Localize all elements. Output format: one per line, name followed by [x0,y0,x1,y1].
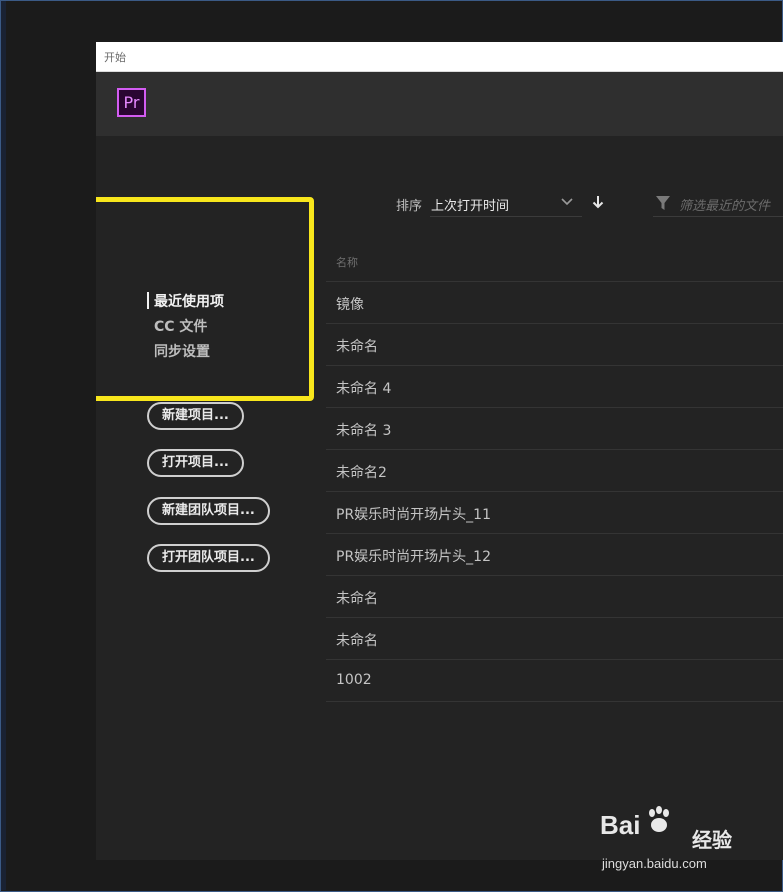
table-row[interactable]: 未命名 [326,575,783,617]
sort-select[interactable]: 上次打开时间 [430,190,582,217]
app-header: Pr [96,72,783,136]
row-name: 镜像 [336,297,364,313]
table-row[interactable]: 未命名2 [326,449,783,491]
watermark-url: jingyan.baidu.com [602,856,707,871]
filter-icon [656,196,670,210]
open-team-project-button[interactable]: 打开团队项目... [147,544,270,572]
row-name: PR娱乐时尚开场片头_12 [336,549,491,565]
row-name: PR娱乐时尚开场片头_11 [336,507,491,523]
row-name: 未命名 [336,591,378,607]
row-name: 未命名 [336,633,378,649]
sort-label: 排序 [396,199,423,214]
table-row[interactable]: 未命名 [326,323,783,365]
desktop-edge [1,1,6,890]
table-row[interactable]: PR娱乐时尚开场片头_11 [326,491,783,533]
start-main: 最近使用项 CC 文件 同步设置 新建项目... 打开项目... 新建团队项目.… [96,136,783,860]
new-project-button[interactable]: 新建项目... [147,402,244,430]
column-header-name[interactable]: 名称 [336,254,358,270]
row-name: 1002 [336,672,372,688]
table-row[interactable]: PR娱乐时尚开场片头_12 [326,533,783,575]
watermark-brand: Bai [600,810,641,840]
table-row[interactable]: 未命名 3 [326,407,783,449]
start-window: 开始 Pr 最近使用项 CC 文件 同步设置 新建项目... 打开项目... 新… [96,42,783,860]
table-row[interactable]: 镜像 [326,281,783,323]
arrow-down-icon[interactable] [592,195,604,209]
recent-files-table: 镜像 未命名 未命名 4 未命名 3 未命名2 PR娱乐时尚开场片头_11 PR… [326,281,783,702]
paw-icon [649,806,669,832]
table-row[interactable]: 1002 [326,659,783,702]
sort-value: 上次打开时间 [431,199,510,214]
watermark: Bai 经验 jingyan.baidu.com [600,806,750,880]
filter-placeholder: 筛选最近的文件 [679,199,771,214]
new-team-project-button[interactable]: 新建团队项目... [147,497,270,525]
annotation-highlight-box [96,197,314,401]
row-name: 未命名 4 [336,381,392,397]
row-name: 未命名 [336,339,378,355]
premiere-logo: Pr [117,88,146,117]
watermark-brand-cn: 经验 [692,828,732,852]
window-titlebar: 开始 [96,42,783,72]
filter-input[interactable]: 筛选最近的文件 [653,190,783,217]
open-project-button[interactable]: 打开项目... [147,449,244,477]
row-name: 未命名2 [336,465,387,481]
table-row[interactable]: 未命名 [326,617,783,659]
row-name: 未命名 3 [336,423,392,439]
table-row[interactable]: 未命名 4 [326,365,783,407]
window-title: 开始 [104,51,126,64]
chevron-down-icon [561,198,573,206]
